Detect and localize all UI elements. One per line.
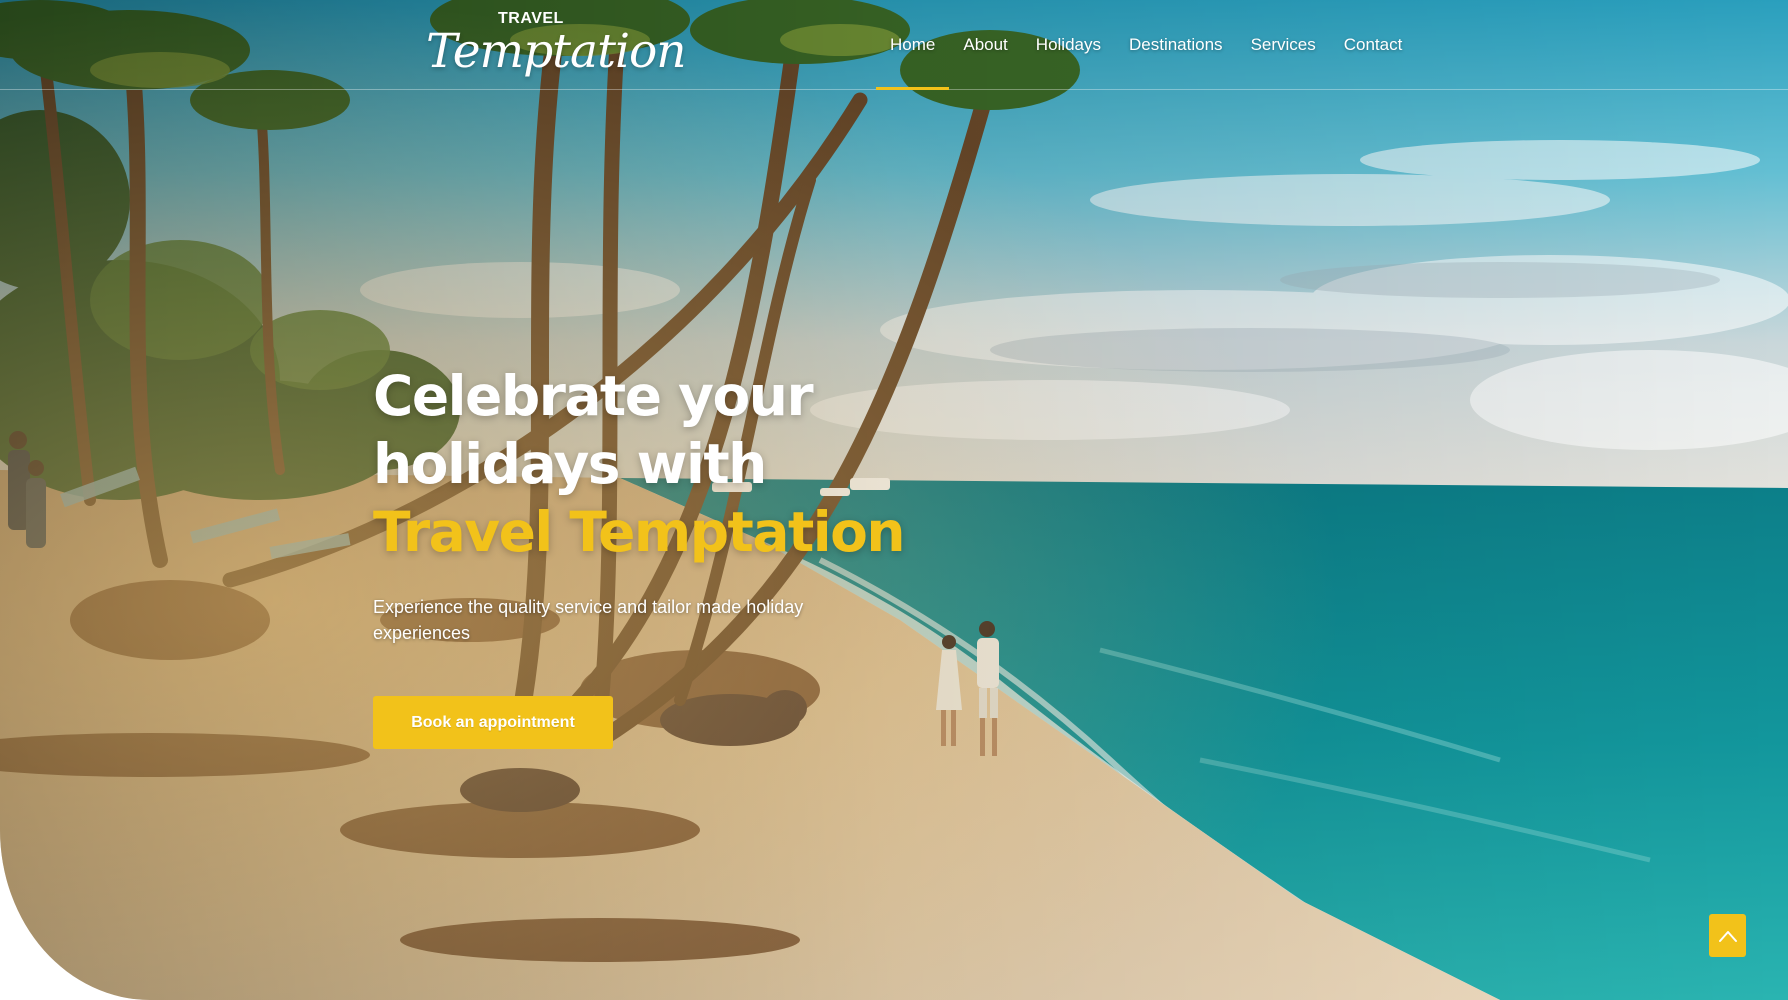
nav-item-holidays[interactable]: Holidays bbox=[1022, 0, 1115, 90]
nav-item-home[interactable]: Home bbox=[876, 0, 950, 90]
nav-item-destinations[interactable]: Destinations bbox=[1115, 0, 1237, 90]
book-appointment-button[interactable]: Book an appointment bbox=[373, 696, 613, 749]
nav-item-services[interactable]: Services bbox=[1237, 0, 1330, 90]
headline-line-2: holidays with bbox=[373, 432, 767, 496]
chevron-up-icon bbox=[1718, 930, 1737, 942]
hero-content: Celebrate your holidays with Travel Temp… bbox=[373, 362, 933, 646]
logo-script-text: Temptation bbox=[426, 24, 687, 79]
scroll-to-top-button[interactable] bbox=[1709, 914, 1746, 957]
hero-subtext: Experience the quality service and tailo… bbox=[373, 597, 804, 643]
top-navigation-bar: TRAVEL Temptation Home About Holidays De… bbox=[0, 0, 1788, 90]
nav-item-about[interactable]: About bbox=[949, 0, 1021, 90]
main-nav: Home About Holidays Destinations Service… bbox=[876, 0, 1416, 90]
hero-headline: Celebrate your holidays with Travel Temp… bbox=[373, 362, 933, 566]
headline-line-1: Celebrate your bbox=[373, 364, 814, 428]
headline-accent: Travel Temptation bbox=[373, 500, 906, 564]
hero-section: TRAVEL Temptation Home About Holidays De… bbox=[0, 0, 1788, 1000]
nav-item-contact[interactable]: Contact bbox=[1330, 0, 1417, 90]
brand-logo[interactable]: TRAVEL Temptation bbox=[426, 8, 687, 84]
